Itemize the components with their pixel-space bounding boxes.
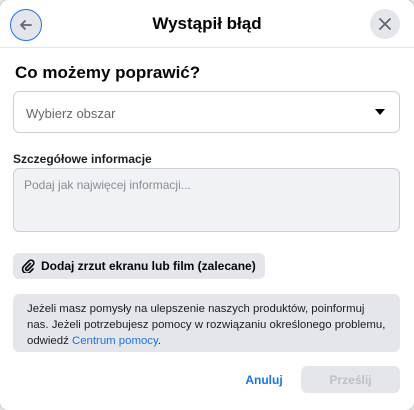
details-textarea[interactable] bbox=[13, 168, 400, 232]
cancel-button[interactable]: Anuluj bbox=[235, 367, 293, 393]
paperclip-icon bbox=[21, 259, 35, 273]
help-center-link[interactable]: Centrum pomocy bbox=[72, 335, 158, 347]
area-select[interactable]: Wybierz obszar bbox=[13, 91, 400, 133]
attach-screenshot-button[interactable]: Dodaj zrzut ekranu lub film (zalecane) bbox=[13, 253, 265, 279]
submit-button[interactable]: Prześlij bbox=[301, 366, 400, 393]
area-select-value: Wybierz obszar bbox=[26, 106, 116, 121]
section-heading: Co możemy poprawić? bbox=[15, 63, 201, 82]
report-problem-dialog: Wystąpił błąd Co możemy poprawić? Wybier… bbox=[0, 0, 414, 410]
close-icon bbox=[379, 18, 391, 30]
details-label: Szczegółowe informacje bbox=[13, 152, 152, 166]
close-button[interactable] bbox=[370, 9, 400, 39]
caret-down-icon bbox=[375, 109, 385, 115]
dialog-title: Wystąpił błąd bbox=[152, 14, 262, 33]
info-notice: Jeżeli masz pomysły na ulepszenie naszyc… bbox=[13, 294, 400, 352]
info-suffix: . bbox=[157, 335, 162, 347]
attach-button-label: Dodaj zrzut ekranu lub film (zalecane) bbox=[41, 259, 256, 273]
dialog-header: Wystąpił błąd bbox=[0, 0, 414, 48]
